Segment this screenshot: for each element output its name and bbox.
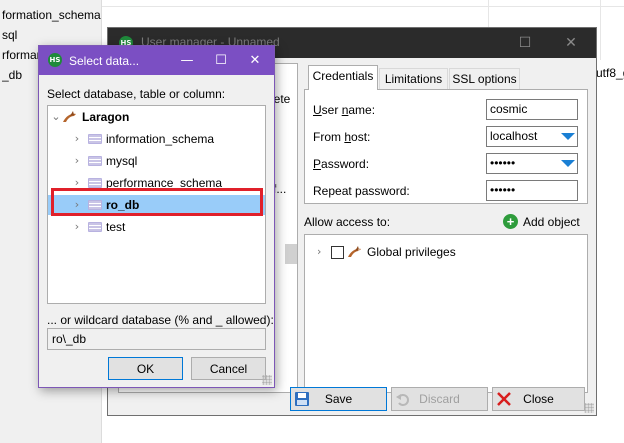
tree-root-label: Laragon [82,110,130,124]
user-list-fragment: f... [273,182,287,196]
repeat-password-label: Repeat password: [313,184,410,198]
wildcard-field[interactable]: ro\_db [47,328,266,350]
background-list-item[interactable]: sql [2,26,102,44]
chevron-right-icon[interactable]: › [317,245,321,258]
user-name-label: User name: [313,103,376,117]
user-list-selected-row[interactable] [285,244,297,264]
database-icon [88,134,102,144]
chevron-right-icon[interactable]: › [72,217,82,237]
grid-line [600,0,601,60]
close-icon[interactable]: ✕ [548,28,594,58]
password-label: Password: [313,157,370,171]
discard-button[interactable]: Discard [391,387,488,411]
tab-limitations[interactable]: Limitations [379,68,448,89]
wildcard-label: ... or wildcard database (% and _ allowe… [47,313,274,327]
dolphin-server-icon [348,246,361,257]
undo-icon [396,394,409,406]
save-button[interactable]: Save [290,387,387,411]
discard-label: Discard [419,392,460,406]
resize-grip[interactable] [262,375,272,385]
tree-item-database[interactable]: › information_schema [48,129,265,149]
add-icon: + [503,214,518,229]
save-label: Save [324,392,353,406]
selection-highlight-box [51,188,263,216]
chevron-right-icon[interactable]: › [72,129,82,149]
global-privileges-checkbox[interactable] [331,246,344,259]
grid-line [102,6,624,7]
background-cell: utf8_g [596,66,624,80]
minimize-icon[interactable]: — [170,46,204,75]
select-database-dialog: HS Select data... — ☐ ✕ Select database,… [38,45,275,388]
chevron-down-icon[interactable] [561,133,575,140]
ok-button[interactable]: OK [108,357,183,380]
privileges-tree: › Global privileges [304,234,588,393]
chevron-down-icon[interactable] [561,160,575,167]
database-label: information_schema [106,132,215,146]
tree-item-database[interactable]: › mysql [48,151,265,171]
select-dialog-title: Select data... [69,54,140,68]
tab-ssl-options[interactable]: SSL options [449,68,520,89]
heidisql-logo-icon: HS [48,53,62,67]
cancel-button[interactable]: Cancel [191,357,266,380]
close-x-icon [497,392,511,406]
close-button[interactable]: Close [492,387,585,411]
add-object-button[interactable]: + Add object [503,213,587,231]
tab-credentials[interactable]: Credentials [308,65,378,90]
maximize-icon[interactable]: ☐ [502,28,548,58]
background-list-item[interactable]: formation_schema [2,6,102,24]
select-prompt: Select database, table or column: [47,87,226,101]
database-icon [88,156,102,166]
global-privileges-label: Global privileges [367,245,456,259]
select-dialog-titlebar[interactable]: HS Select data... — ☐ ✕ [39,46,274,75]
tree-item-laragon[interactable]: ⌄ Laragon [48,107,265,127]
maximize-icon[interactable]: ☐ [204,46,238,75]
database-label: mysql [106,154,138,168]
close-label: Close [523,392,554,406]
user-name-field[interactable]: cosmic [486,99,578,120]
from-host-label: From host: [313,130,371,144]
database-icon [88,178,102,188]
floppy-disk-icon [295,392,309,406]
chevron-down-icon[interactable]: ⌄ [51,107,61,127]
chevron-right-icon[interactable]: › [72,151,82,171]
repeat-password-field[interactable]: •••••• [486,180,578,201]
database-icon [88,222,102,232]
tree-item-database[interactable]: › test [48,217,265,237]
password-value: •••••• [490,156,516,170]
dolphin-server-icon [63,111,76,122]
credentials-panel: User name: cosmic From host: localhost P… [304,89,588,204]
tree-item-global-privileges[interactable]: › Global privileges [305,244,587,262]
from-host-value: localhost [490,129,538,143]
from-host-combo[interactable]: localhost [486,126,578,147]
database-label: test [106,220,126,234]
close-icon[interactable]: ✕ [238,46,272,75]
allow-access-label: Allow access to: [304,215,391,229]
password-field[interactable]: •••••• [486,153,578,174]
resize-grip[interactable] [584,403,594,413]
add-object-label: Add object [523,215,580,229]
